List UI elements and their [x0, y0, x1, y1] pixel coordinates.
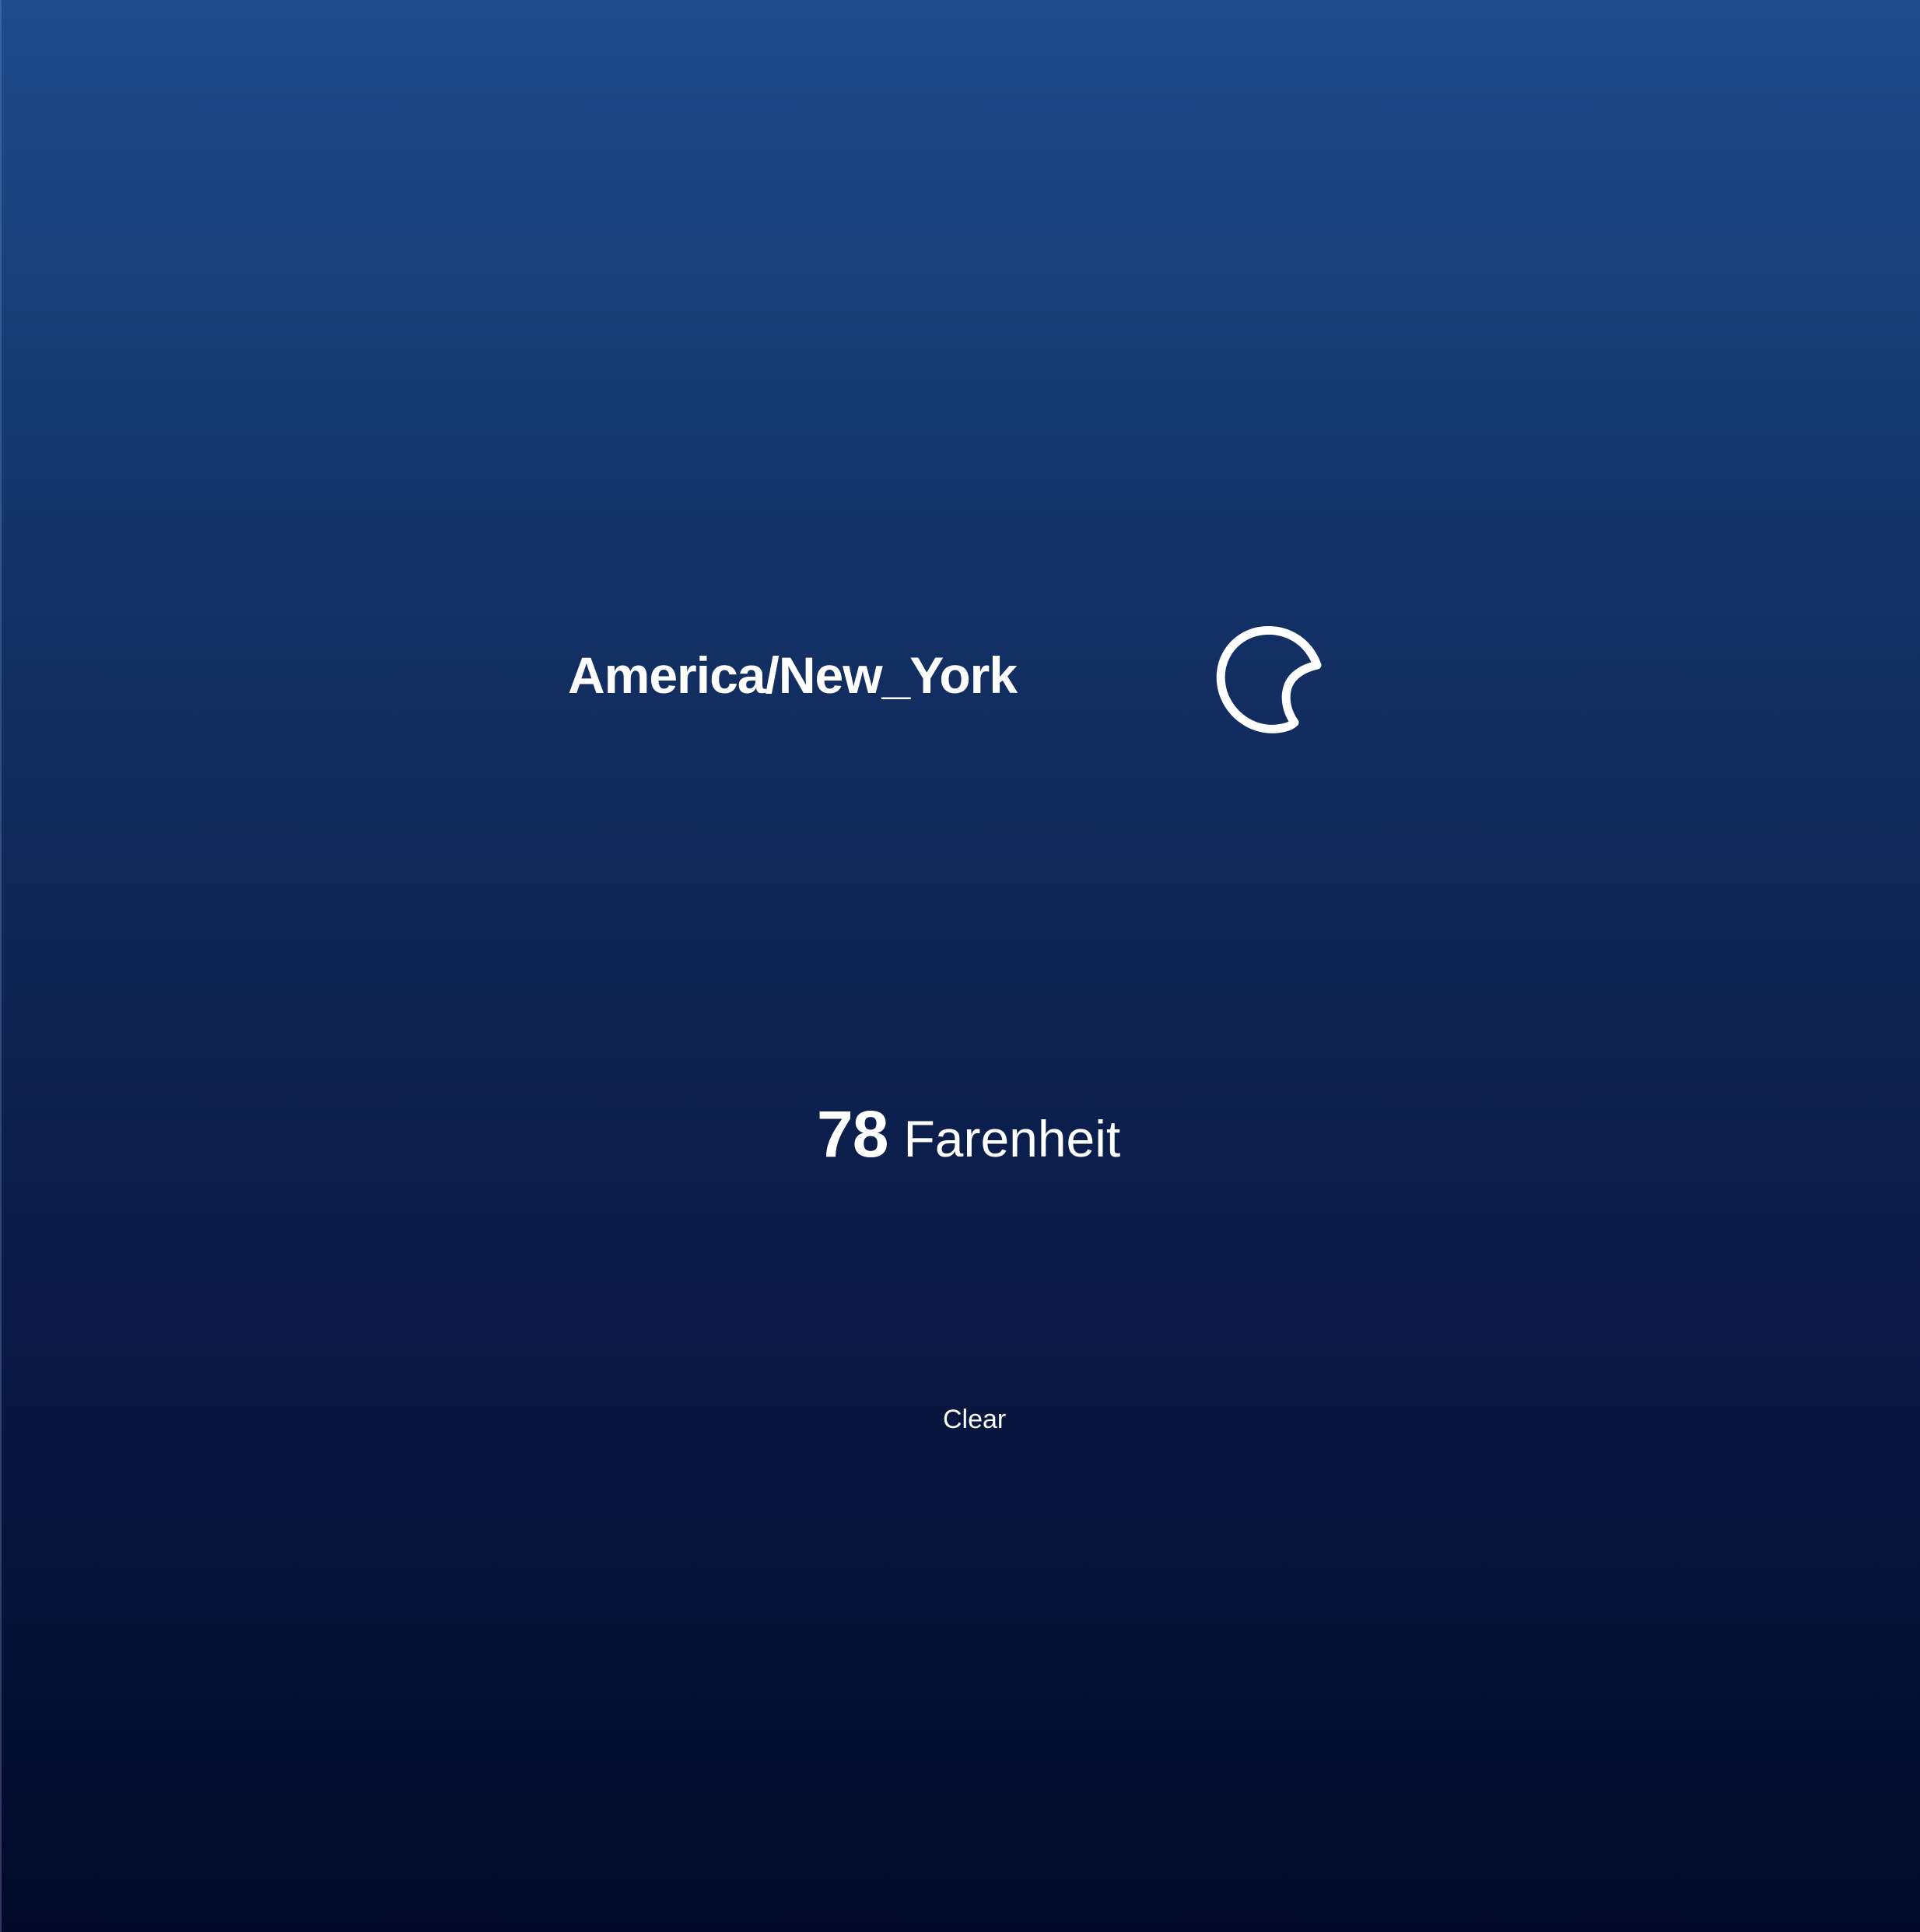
weather-condition: Clear — [943, 1405, 1007, 1434]
timezone-label: America/New_York — [568, 646, 1018, 704]
temperature-value: 78 — [817, 1097, 888, 1171]
crescent-moon-icon — [1206, 618, 1330, 743]
temperature-display: 78 Farenheit — [817, 1097, 1120, 1172]
page-edge — [0, 0, 2, 1932]
temperature-unit: Farenheit — [903, 1110, 1121, 1167]
